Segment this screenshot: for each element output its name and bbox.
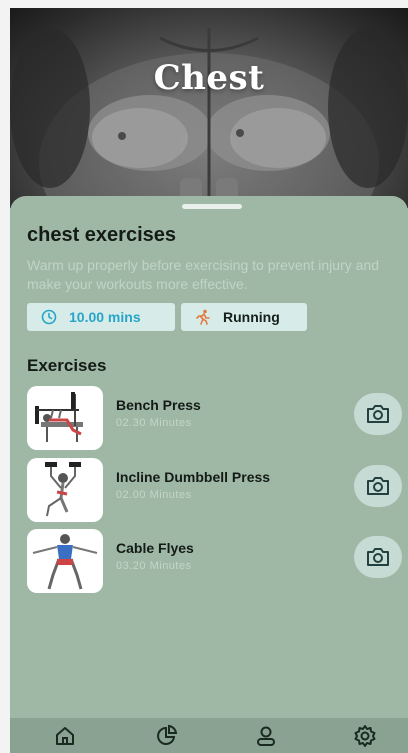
list-item[interactable]: Cable Flyes 03.20 Minutes (27, 529, 402, 593)
exercises-heading: Exercises (27, 356, 107, 375)
exercise-name: Cable Flyes (116, 540, 194, 556)
running-icon (195, 309, 211, 325)
chest-photo (10, 28, 408, 208)
drag-handle[interactable] (182, 204, 242, 209)
camera-button[interactable] (354, 465, 402, 507)
clock-icon (41, 309, 57, 325)
exercise-name: Bench Press (116, 397, 201, 413)
camera-icon (367, 477, 389, 495)
duration-label: 10.00 mins (69, 309, 141, 325)
app-screen: Chest chest exercises Warm up properly b… (10, 8, 408, 753)
camera-button[interactable] (354, 536, 402, 578)
chart-icon[interactable] (152, 724, 182, 752)
activity-chip[interactable]: Running (181, 303, 307, 331)
bench-press-image (27, 386, 103, 450)
list-item[interactable]: Bench Press 02.30 Minutes (27, 386, 402, 450)
bottom-nav (10, 718, 408, 753)
exercise-duration: 02.30 Minutes (116, 417, 192, 429)
profile-icon[interactable] (251, 724, 281, 752)
page-title: Chest (153, 58, 265, 98)
camera-icon (367, 405, 389, 423)
hero-banner: Chest (10, 8, 408, 208)
exercise-duration: 02.00 Minutes (116, 489, 192, 501)
activity-label: Running (223, 309, 280, 325)
list-item[interactable]: Incline Dumbbell Press 02.00 Minutes (27, 458, 402, 522)
duration-chip[interactable]: 10.00 mins (27, 303, 175, 331)
exercise-duration: 03.20 Minutes (116, 560, 192, 572)
settings-icon[interactable] (350, 724, 380, 752)
exercise-sheet: chest exercises Warm up properly before … (10, 196, 408, 753)
camera-button[interactable] (354, 393, 402, 435)
camera-icon (367, 548, 389, 566)
cable-flyes-image (27, 529, 103, 593)
exercise-name: Incline Dumbbell Press (116, 469, 271, 485)
sheet-description: Warm up properly before exercising to pr… (27, 257, 379, 292)
home-icon[interactable] (50, 724, 80, 752)
sheet-title: chest exercises (27, 224, 177, 246)
incline-dumbbell-press-image (27, 458, 103, 522)
